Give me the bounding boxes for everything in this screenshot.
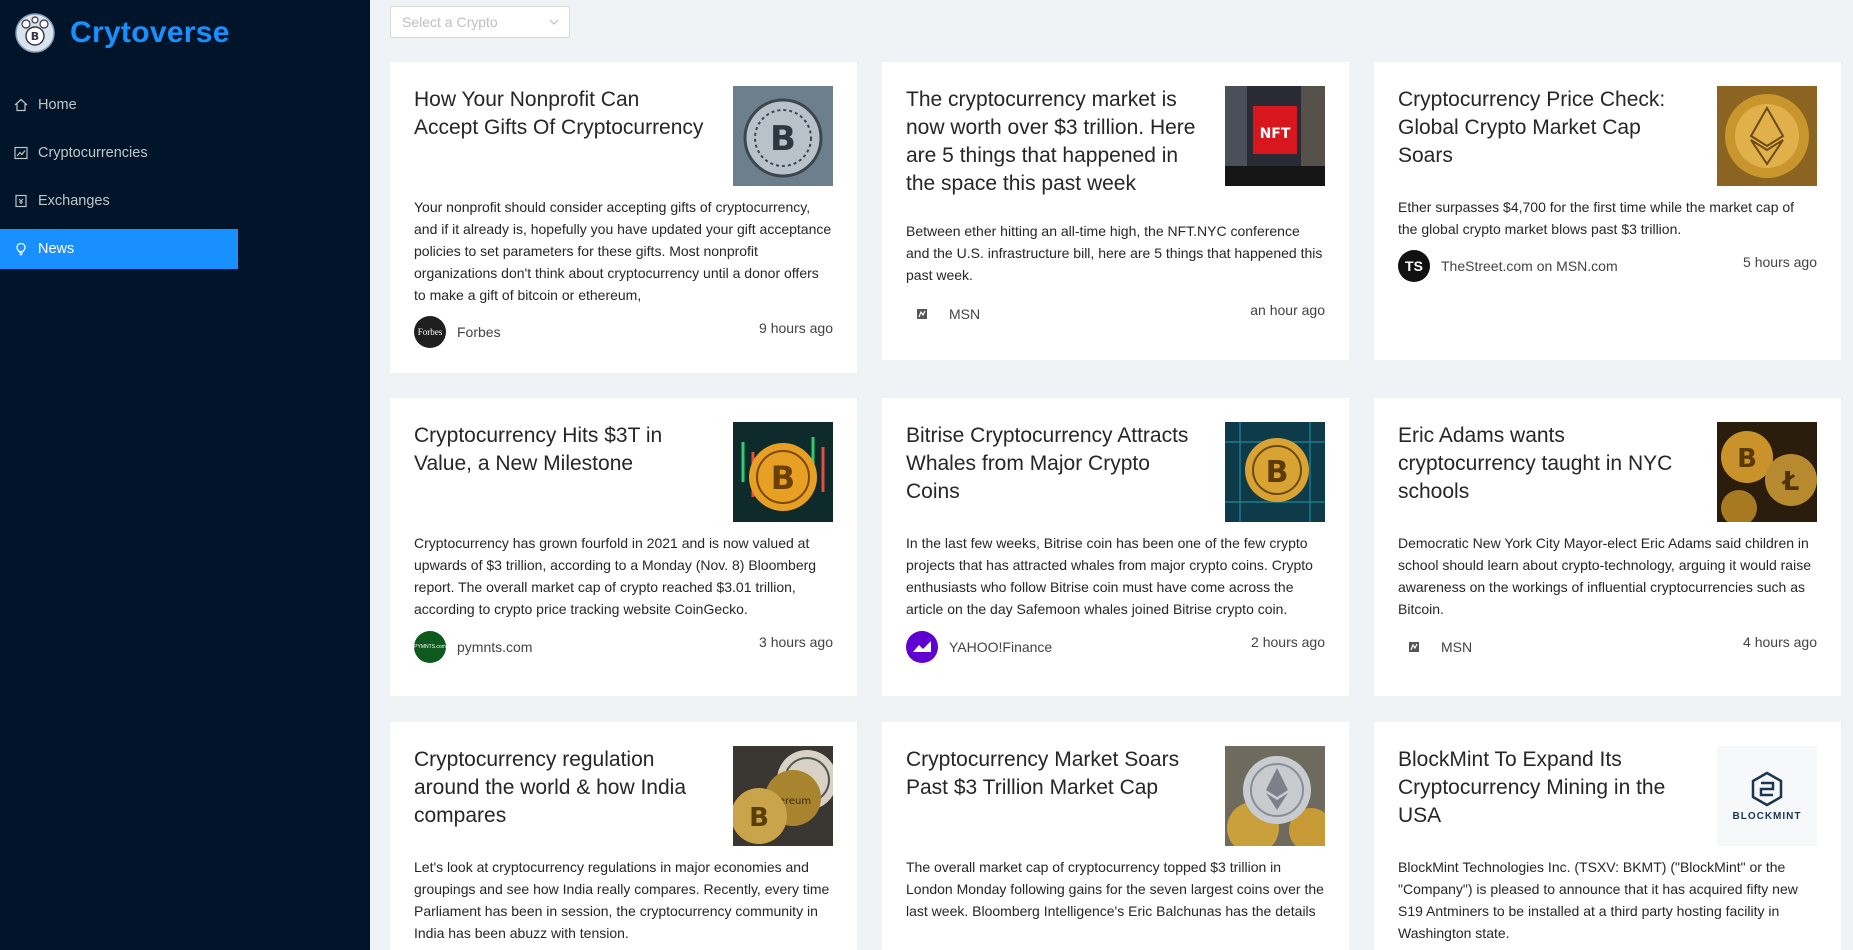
sidebar: B Crytoverse Home Cryptocurrencies Excha… <box>0 0 370 950</box>
news-card[interactable]: BlockMint To Expand Its Cryptocurrency M… <box>1374 722 1841 950</box>
news-card-description: Ether surpasses $4,700 for the first tim… <box>1398 199 1795 237</box>
news-card[interactable]: The cryptocurrency market is now worth o… <box>882 62 1349 360</box>
sidebar-item-label: News <box>38 241 75 257</box>
svg-text:B: B <box>770 119 796 159</box>
sidebar-item-cryptocurrencies[interactable]: Cryptocurrencies <box>0 133 238 173</box>
provider-name: MSN <box>1441 639 1473 655</box>
news-card[interactable]: Eric Adams wants cryptocurrency taught i… <box>1374 398 1841 696</box>
news-card-image: BLOCKMINT <box>1717 746 1817 846</box>
news-card-image: ereum B <box>733 746 833 846</box>
news-time: 3 hours ago <box>759 634 833 650</box>
sidebar-item-news[interactable]: News <box>0 229 238 269</box>
sidebar-item-home[interactable]: Home <box>0 85 238 125</box>
svg-text:Ł: Ł <box>1781 467 1800 497</box>
logo[interactable]: B Crytoverse <box>14 12 230 54</box>
news-card-image <box>1717 86 1817 186</box>
news-card-title: Bitrise Cryptocurrency Attracts Whales f… <box>906 424 1189 503</box>
news-card-image: B <box>733 86 833 186</box>
provider-avatar <box>906 631 938 663</box>
svg-text:B: B <box>1266 455 1289 490</box>
news-card[interactable]: Cryptocurrency Hits $3T in Value, a New … <box>390 398 857 696</box>
provider-name: YAHOO!Finance <box>949 639 1053 655</box>
news-card[interactable]: Cryptocurrency Market Soars Past $3 Tril… <box>882 722 1349 950</box>
sidebar-item-label: Home <box>38 97 77 113</box>
provider-avatar <box>906 298 938 330</box>
msn-logo-icon <box>1409 642 1419 652</box>
news-card-image: B <box>733 422 833 522</box>
app-title: Crytoverse <box>70 16 230 49</box>
news-card-description: Democratic New York City Mayor-elect Eri… <box>1398 535 1811 617</box>
news-card-description: Your nonprofit should consider accepting… <box>414 199 832 303</box>
news-provider[interactable]: YAHOO!Finance <box>906 631 1052 663</box>
news-card[interactable]: Cryptocurrency Price Check: Global Crypt… <box>1374 62 1841 360</box>
provider-avatar: PYMNTS.com <box>414 631 446 663</box>
news-time: 4 hours ago <box>1743 634 1817 650</box>
news-card-title: BlockMint To Expand Its Cryptocurrency M… <box>1398 748 1666 827</box>
news-time: 2 hours ago <box>1251 634 1325 650</box>
news-provider[interactable]: MSN <box>1398 631 1472 663</box>
news-provider[interactable]: TS TheStreet.com on MSN.com <box>1398 250 1618 282</box>
news-time: 5 hours ago <box>1743 254 1817 270</box>
news-card[interactable]: Cryptocurrency regulation around the wor… <box>390 722 857 950</box>
news-card-image: B Ł <box>1717 422 1817 522</box>
bulb-icon <box>16 242 26 256</box>
crypto-select[interactable]: Select a Crypto <box>390 6 570 38</box>
svg-text:NFT: NFT <box>1260 126 1291 142</box>
news-card-title: Cryptocurrency Market Soars Past $3 Tril… <box>906 748 1180 799</box>
crypto-logo-icon: B <box>15 13 55 53</box>
news-card-title: The cryptocurrency market is now worth o… <box>906 88 1196 195</box>
news-card-title: Cryptocurrency regulation around the wor… <box>414 748 687 827</box>
provider-name: pymnts.com <box>457 639 533 655</box>
money-collect-icon <box>15 194 27 208</box>
news-card-description: Cryptocurrency has grown fourfold in 202… <box>414 535 817 617</box>
news-card-image: B <box>1225 422 1325 522</box>
news-card-title: Cryptocurrency Hits $3T in Value, a New … <box>414 424 663 475</box>
provider-name: MSN <box>949 306 981 322</box>
provider-avatar: Forbes <box>414 316 446 348</box>
provider-name: Forbes <box>457 324 501 340</box>
news-card-description: In the last few weeks, Bitrise coin has … <box>906 535 1313 617</box>
provider-avatar: TS <box>1398 250 1430 282</box>
crypto-select-placeholder: Select a Crypto <box>402 14 498 30</box>
sidebar-item-label: Cryptocurrencies <box>38 145 148 161</box>
news-provider[interactable]: Forbes Forbes <box>414 316 501 348</box>
news-card-description: Between ether hitting an all-time high, … <box>906 223 1323 283</box>
sidebar-item-label: Exchanges <box>38 193 110 209</box>
svg-text:B: B <box>31 30 39 43</box>
blockmint-logo-icon <box>1751 771 1783 806</box>
yahoo-finance-logo-icon <box>913 641 931 652</box>
news-card-description: BlockMint Technologies Inc. (TSXV: BKMT)… <box>1398 859 1798 941</box>
news-card-title: How Your Nonprofit Can Accept Gifts Of C… <box>414 88 704 139</box>
news-card-image: NFT <box>1225 86 1325 186</box>
provider-avatar <box>1398 631 1430 663</box>
news-provider[interactable]: PYMNTS.com pymnts.com <box>414 631 532 663</box>
svg-text:B: B <box>771 459 795 497</box>
provider-name: TheStreet.com on MSN.com <box>1441 258 1618 274</box>
home-icon <box>14 98 28 112</box>
news-provider[interactable]: MSN <box>906 298 980 330</box>
news-time: 9 hours ago <box>759 320 833 336</box>
news-card-description: The overall market cap of cryptocurrency… <box>906 859 1324 919</box>
news-card-title: Cryptocurrency Price Check: Global Crypt… <box>1398 88 1666 167</box>
news-card-title: Eric Adams wants cryptocurrency taught i… <box>1398 424 1673 503</box>
fund-icon <box>14 146 28 160</box>
news-card[interactable]: Bitrise Cryptocurrency Attracts Whales f… <box>882 398 1349 696</box>
sidebar-item-exchanges[interactable]: Exchanges <box>0 181 238 221</box>
svg-text:B: B <box>749 803 769 833</box>
svg-text:B: B <box>1737 444 1757 474</box>
news-time: an hour ago <box>1250 302 1325 318</box>
news-card-image <box>1225 746 1325 846</box>
news-card-description: Let's look at cryptocurrency regulations… <box>414 859 830 941</box>
chevron-down-icon <box>549 19 559 25</box>
blockmint-logo-text: BLOCKMINT <box>1732 810 1802 822</box>
news-card[interactable]: How Your Nonprofit Can Accept Gifts Of C… <box>390 62 857 373</box>
msn-logo-icon <box>917 309 927 319</box>
sidebar-menu: Home Cryptocurrencies Exchanges News <box>0 85 238 277</box>
